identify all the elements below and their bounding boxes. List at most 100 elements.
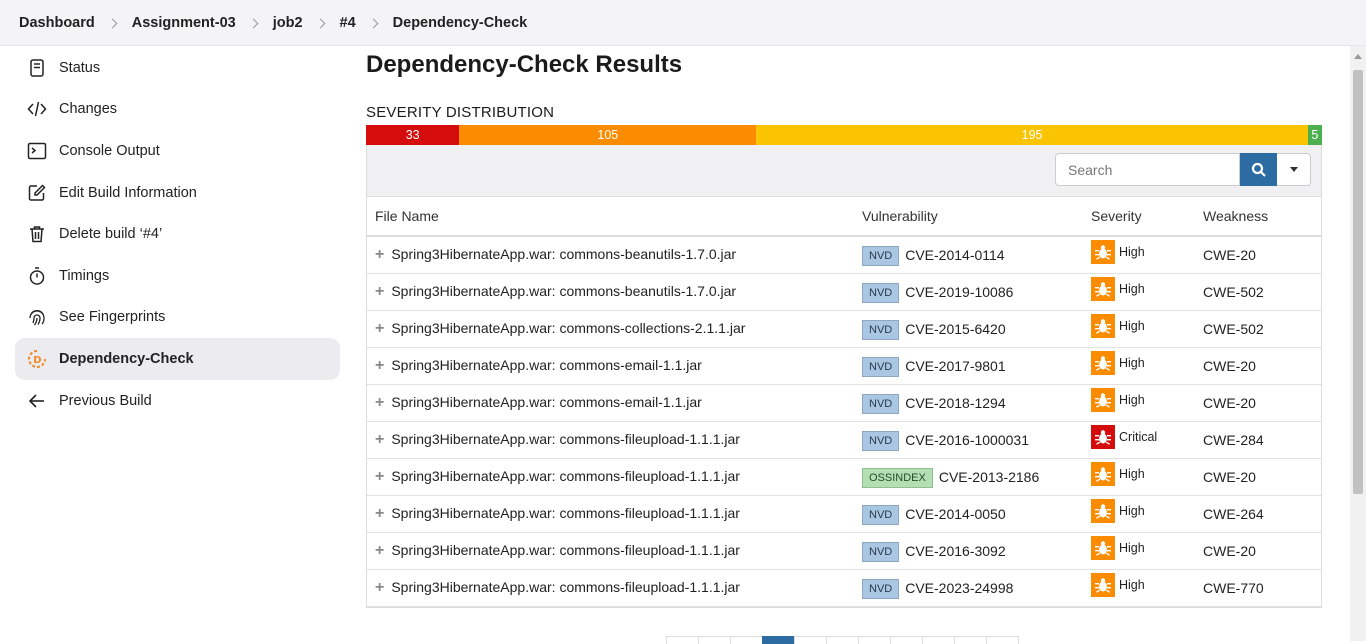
page-button[interactable] bbox=[954, 636, 987, 644]
cve-link[interactable]: CVE-2016-3092 bbox=[905, 543, 1005, 559]
weakness-cell: CWE-502 bbox=[1195, 310, 1321, 348]
expand-icon[interactable]: + bbox=[375, 468, 384, 486]
bug-icon bbox=[1091, 461, 1115, 486]
svg-text:D: D bbox=[33, 355, 41, 366]
page-button[interactable] bbox=[794, 636, 827, 644]
table-row[interactable]: + Spring3HibernateApp.war: commons-email-… bbox=[367, 384, 1321, 422]
file-name-cell: + Spring3HibernateApp.war: commons-email-… bbox=[367, 384, 854, 422]
table-row[interactable]: + Spring3HibernateApp.war: commons-fileup… bbox=[367, 458, 1321, 496]
page-button[interactable] bbox=[698, 636, 731, 644]
sidebar-item-see-fingerprints[interactable]: See Fingerprints bbox=[15, 297, 340, 339]
page-button[interactable] bbox=[826, 636, 859, 644]
expand-icon[interactable]: + bbox=[375, 357, 384, 375]
severity-label: High bbox=[1119, 466, 1145, 481]
table-row[interactable]: + Spring3HibernateApp.war: commons-beanut… bbox=[367, 273, 1321, 311]
expand-icon[interactable]: + bbox=[375, 431, 384, 449]
table-row[interactable]: + Spring3HibernateApp.war: commons-email-… bbox=[367, 347, 1321, 385]
severity-cell: High bbox=[1083, 569, 1195, 607]
results-table: File Name Vulnerability Severity Weaknes… bbox=[367, 197, 1321, 607]
table-row[interactable]: + Spring3HibernateApp.war: commons-collec… bbox=[367, 310, 1321, 348]
expand-icon[interactable]: + bbox=[375, 246, 384, 264]
breadcrumb-assignment[interactable]: Assignment-03 bbox=[132, 15, 236, 31]
page-button[interactable] bbox=[666, 636, 699, 644]
stopwatch-icon bbox=[26, 265, 48, 287]
sidebar-item-label: Timings bbox=[59, 267, 110, 284]
cve-link[interactable]: CVE-2014-0114 bbox=[905, 247, 1004, 263]
severity-cell: High bbox=[1083, 458, 1195, 496]
page-button-active[interactable] bbox=[762, 636, 795, 644]
search-icon bbox=[1251, 162, 1266, 177]
file-name: Spring3HibernateApp.war: commons-email-1… bbox=[391, 356, 702, 373]
column-header-vulnerability[interactable]: Vulnerability bbox=[854, 197, 1083, 237]
table-row[interactable]: + Spring3HibernateApp.war: commons-fileup… bbox=[367, 569, 1321, 607]
page-button[interactable] bbox=[730, 636, 763, 644]
sidebar-item-dependency-check[interactable]: D Dependency-Check bbox=[15, 338, 340, 380]
chevron-right-icon bbox=[107, 18, 118, 28]
breadcrumb-job[interactable]: job2 bbox=[273, 15, 303, 31]
severity-label: High bbox=[1119, 244, 1145, 259]
file-name: Spring3HibernateApp.war: commons-fileupl… bbox=[391, 541, 740, 558]
bug-icon bbox=[1091, 387, 1115, 412]
vertical-scrollbar[interactable] bbox=[1350, 46, 1366, 641]
file-name-cell: + Spring3HibernateApp.war: commons-beanut… bbox=[367, 236, 854, 274]
page-button[interactable] bbox=[858, 636, 891, 644]
severity-segment: 33 bbox=[366, 125, 460, 145]
vulnerability-cell: NVD CVE-2017-9801 bbox=[854, 347, 1083, 385]
results-panel: File Name Vulnerability Severity Weaknes… bbox=[366, 145, 1322, 608]
weakness-cell: CWE-284 bbox=[1195, 421, 1321, 459]
table-row[interactable]: + Spring3HibernateApp.war: commons-beanut… bbox=[367, 236, 1321, 274]
cve-link[interactable]: CVE-2023-24998 bbox=[905, 580, 1013, 596]
source-badge: NVD bbox=[862, 245, 900, 266]
fingerprint-icon bbox=[26, 306, 48, 328]
weakness-cell: CWE-20 bbox=[1195, 236, 1321, 274]
severity-label: High bbox=[1119, 503, 1145, 518]
weakness-cell: CWE-20 bbox=[1195, 458, 1321, 496]
search-button[interactable] bbox=[1240, 153, 1277, 186]
page-button[interactable] bbox=[986, 636, 1019, 644]
cve-link[interactable]: CVE-2016-1000031 bbox=[905, 432, 1029, 448]
cve-link[interactable]: CVE-2019-10086 bbox=[905, 284, 1013, 300]
expand-icon[interactable]: + bbox=[375, 283, 384, 301]
sidebar-item-label: Console Output bbox=[59, 142, 160, 159]
weakness-cell: CWE-770 bbox=[1195, 569, 1321, 607]
sidebar-item-console-output[interactable]: Console Output bbox=[15, 130, 340, 172]
page-button[interactable] bbox=[890, 636, 923, 644]
expand-icon[interactable]: + bbox=[375, 394, 384, 412]
breadcrumb-build[interactable]: #4 bbox=[340, 15, 356, 31]
file-name: Spring3HibernateApp.war: commons-fileupl… bbox=[391, 578, 740, 595]
cve-link[interactable]: CVE-2015-6420 bbox=[905, 321, 1005, 337]
column-header-severity[interactable]: Severity bbox=[1083, 197, 1195, 237]
sidebar-item-changes[interactable]: Changes bbox=[15, 89, 340, 131]
severity-cell: High bbox=[1083, 236, 1195, 274]
table-row[interactable]: + Spring3HibernateApp.war: commons-fileup… bbox=[367, 421, 1321, 459]
breadcrumb-dependency-check[interactable]: Dependency-Check bbox=[393, 15, 528, 31]
vulnerability-cell: NVD CVE-2014-0114 bbox=[854, 236, 1083, 274]
breadcrumb-dashboard[interactable]: Dashboard bbox=[19, 15, 95, 31]
expand-icon[interactable]: + bbox=[375, 505, 384, 523]
table-row[interactable]: + Spring3HibernateApp.war: commons-fileup… bbox=[367, 495, 1321, 533]
expand-icon[interactable]: + bbox=[375, 579, 384, 597]
expand-icon[interactable]: + bbox=[375, 320, 384, 338]
scroll-up-icon[interactable] bbox=[1354, 54, 1362, 59]
weakness-cell: CWE-502 bbox=[1195, 273, 1321, 311]
cve-link[interactable]: CVE-2018-1294 bbox=[905, 395, 1005, 411]
page-button[interactable] bbox=[922, 636, 955, 644]
sidebar-item-edit-build-information[interactable]: Edit Build Information bbox=[15, 172, 340, 214]
sidebar-item-status[interactable]: Status bbox=[15, 47, 340, 89]
cve-link[interactable]: CVE-2014-0050 bbox=[905, 506, 1005, 522]
dropdown-button[interactable] bbox=[1277, 153, 1311, 186]
terminal-icon bbox=[26, 140, 48, 162]
sidebar-item-label: Previous Build bbox=[59, 392, 152, 409]
column-header-file-name[interactable]: File Name bbox=[367, 197, 854, 237]
cve-link[interactable]: CVE-2017-9801 bbox=[905, 358, 1005, 374]
sidebar-item-timings[interactable]: Timings bbox=[15, 255, 340, 297]
scroll-thumb[interactable] bbox=[1353, 70, 1363, 494]
column-header-weakness[interactable]: Weakness bbox=[1195, 197, 1321, 237]
caret-down-icon bbox=[1289, 167, 1298, 172]
table-row[interactable]: + Spring3HibernateApp.war: commons-fileup… bbox=[367, 532, 1321, 570]
cve-link[interactable]: CVE-2013-2186 bbox=[939, 469, 1039, 485]
sidebar-item-delete-build[interactable]: Delete build ‘#4’ bbox=[15, 213, 340, 255]
sidebar-item-previous-build[interactable]: Previous Build bbox=[15, 380, 340, 422]
search-input[interactable] bbox=[1055, 153, 1240, 186]
expand-icon[interactable]: + bbox=[375, 542, 384, 560]
